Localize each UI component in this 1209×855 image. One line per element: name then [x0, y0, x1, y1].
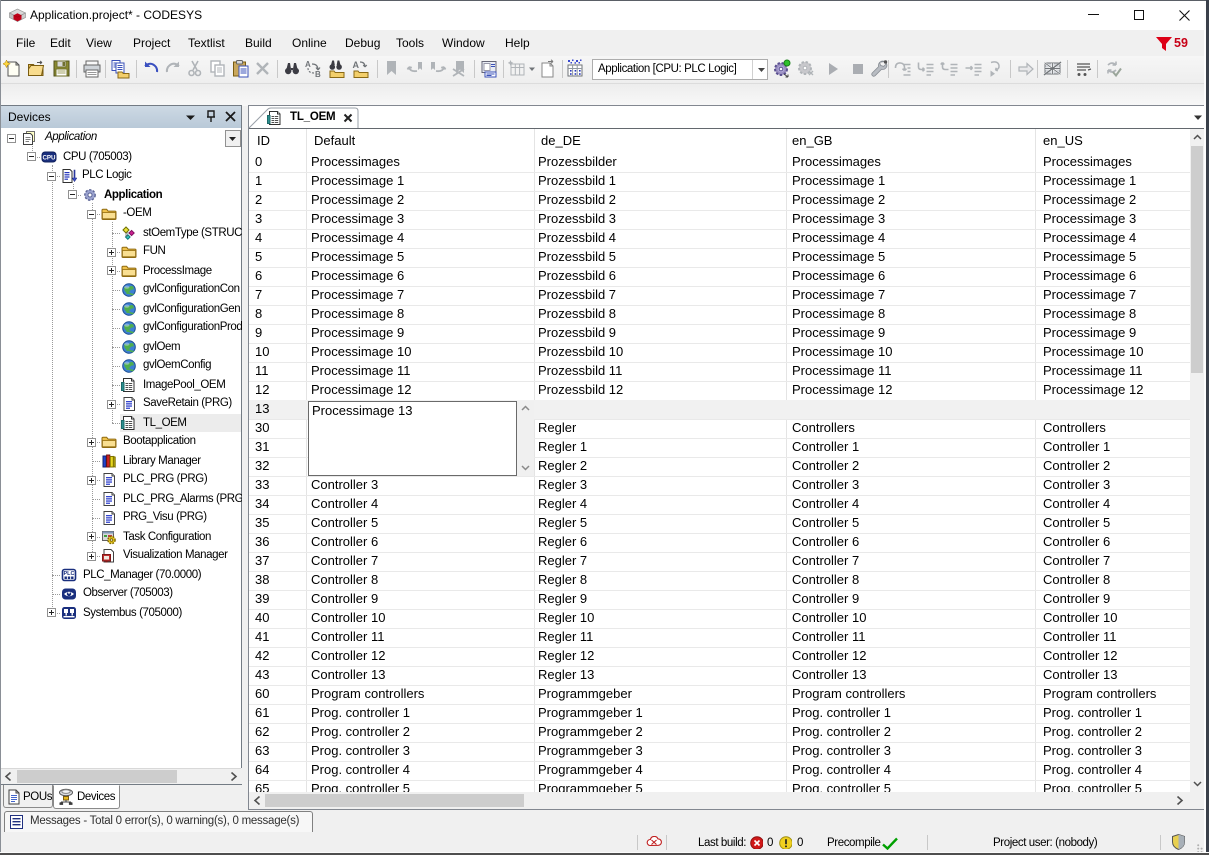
- svg-text:CPU: CPU: [42, 155, 56, 162]
- svg-text:A: A: [353, 60, 360, 70]
- svg-text:B: B: [315, 70, 321, 79]
- svg-text:A: A: [305, 60, 311, 69]
- svg-text:PLC: PLC: [64, 571, 75, 577]
